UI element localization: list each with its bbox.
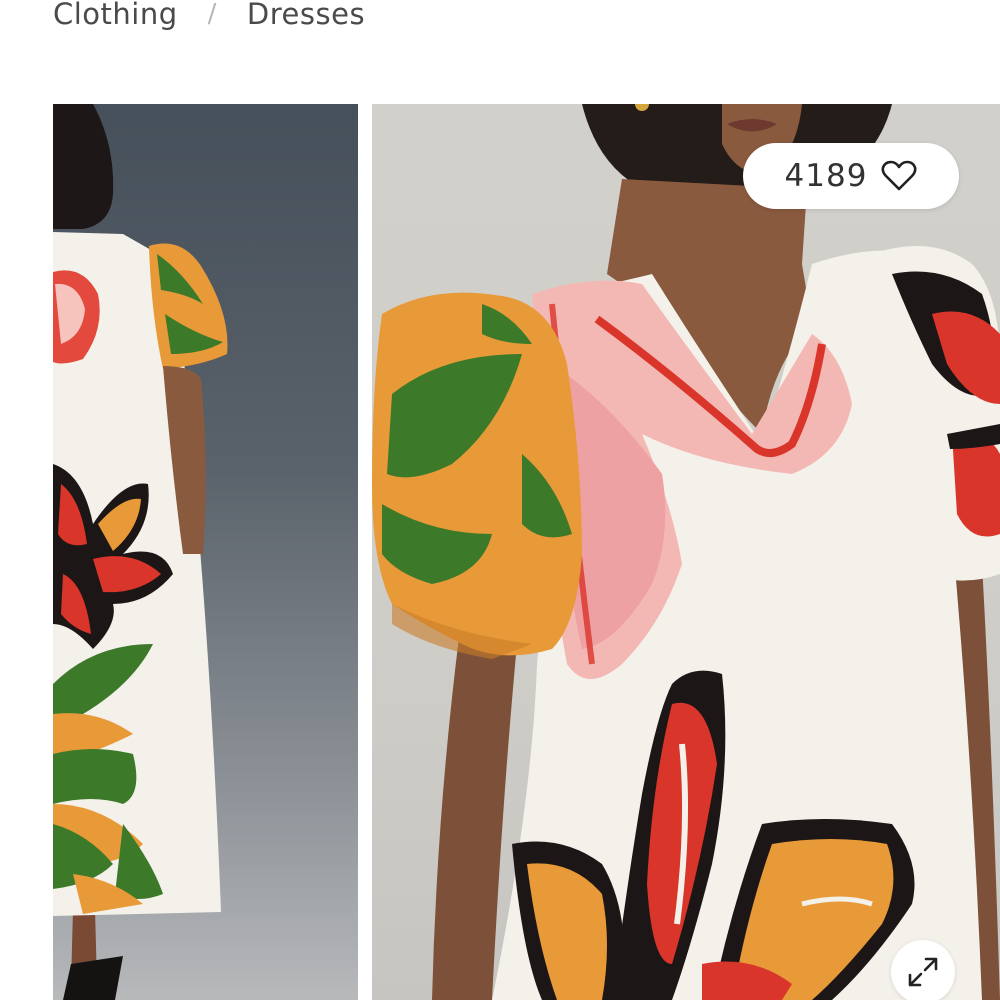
product-photo-front-icon (372, 104, 1000, 1000)
expand-image-button[interactable] (891, 940, 955, 1000)
breadcrumb: Clothing / Dresses (53, 0, 365, 34)
heart-icon (881, 160, 917, 191)
product-image-front[interactable] (372, 104, 1000, 1000)
like-button[interactable]: 4189 (743, 143, 959, 209)
breadcrumb-separator: / (207, 0, 217, 29)
breadcrumb-item-clothing[interactable]: Clothing (53, 0, 178, 31)
product-image-back[interactable] (53, 104, 358, 1000)
product-gallery (53, 104, 1000, 1000)
like-count: 4189 (784, 158, 868, 194)
product-photo-back-icon (53, 104, 228, 1000)
expand-icon (908, 957, 938, 987)
breadcrumb-item-dresses[interactable]: Dresses (247, 0, 365, 31)
